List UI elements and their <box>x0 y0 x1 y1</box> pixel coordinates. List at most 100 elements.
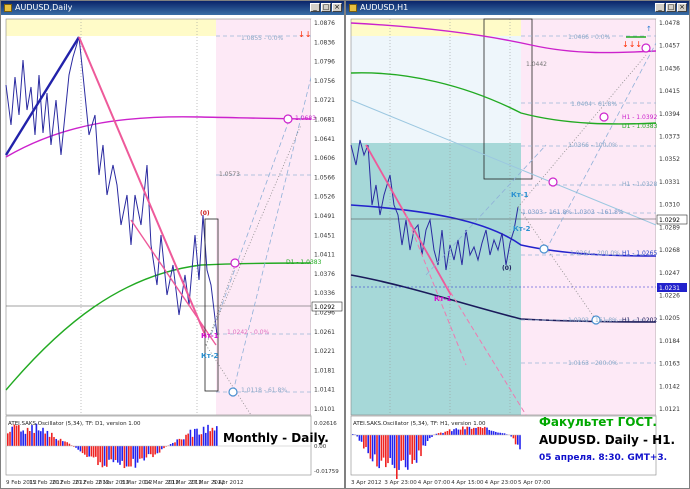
oscillator-bar <box>418 435 420 451</box>
oscillator-bar <box>103 446 106 466</box>
oscillator-bar <box>62 441 64 446</box>
price-tick-label: 1.0451 <box>314 232 335 239</box>
right-chart-window[interactable]: AUDUSD,H1 _ □ × ↓↓↓ ↑ 1.0478 1.0457 1.04… <box>345 0 690 489</box>
oscillator-bar <box>202 426 205 446</box>
price-tick-label: 1.0205 <box>659 315 680 322</box>
oscillator-bar <box>132 446 134 459</box>
oscillator-bar <box>459 429 462 435</box>
oscillator-bar <box>26 427 29 446</box>
oscillator-bar <box>119 446 121 465</box>
price-tick-label: 1.0336 <box>314 290 335 297</box>
minimize-button[interactable]: _ <box>655 3 665 12</box>
price-tick-label: 1.0373 <box>659 134 680 141</box>
oscillator-bar <box>161 446 163 450</box>
oscillator-bar <box>158 446 161 453</box>
oscillator-bar <box>393 435 396 469</box>
oscillator-bar <box>437 433 440 435</box>
price-tick-label: 1.0756 <box>314 78 335 85</box>
oscillator-bar <box>112 446 115 463</box>
oscillator-bar <box>66 442 68 446</box>
oscillator-bar <box>501 433 504 435</box>
date-tick-label: 5 Apr 2012 <box>213 480 244 486</box>
left-magenta-label: 1.0683 <box>295 115 316 122</box>
left-chart-window[interactable]: AUDUSD,Daily _ □ × ↓↓↓ 1.0876 1.0836 1.0… <box>0 0 345 489</box>
oscillator-bar <box>53 437 55 446</box>
svg-text:-0.01759: -0.01759 <box>314 469 339 475</box>
oscillator-bar <box>75 446 77 448</box>
price-tick-label: 1.0491 <box>314 213 335 220</box>
left-tag-kt2: Кт-2 <box>201 352 219 360</box>
left-price-chart[interactable]: ↓↓↓ 1.08761.08361.07961.07561.07211.0681… <box>1 15 344 488</box>
close-button[interactable]: × <box>332 3 342 12</box>
oscillator-bar <box>404 435 407 468</box>
oscillator-bar <box>139 446 141 459</box>
oscillator-bar <box>176 439 178 446</box>
oscillator-bar <box>391 435 394 465</box>
oscillator-bar <box>191 436 194 446</box>
oscillator-bar <box>33 432 35 446</box>
oscillator-bar <box>484 426 486 435</box>
oscillator-bar <box>95 446 97 457</box>
maximize-button[interactable]: □ <box>666 3 676 12</box>
left-title-bar[interactable]: AUDUSD,Daily _ □ × <box>1 1 344 15</box>
date-tick-label: 4 Apr 15:00 <box>451 480 484 486</box>
oscillator-bar <box>363 435 365 449</box>
right-fib-top-label: 1.0466 - 0.0% <box>568 34 611 41</box>
maximize-button[interactable]: □ <box>321 3 331 12</box>
date-tick-label: 3 Apr 23:00 <box>384 480 417 486</box>
price-tick-label: 1.0184 <box>659 338 680 345</box>
oscillator-bar <box>444 431 446 435</box>
oscillator-bar <box>424 435 427 446</box>
oscillator-bar <box>371 435 374 462</box>
right-fib-618-label: 1.0404 - 61.8% <box>571 101 618 108</box>
oscillator-bar <box>150 446 152 455</box>
price-tick-label: 1.0876 <box>314 20 335 27</box>
oscillator-bar <box>172 442 174 446</box>
oscillator-bar <box>125 446 128 467</box>
oscillator-bar <box>200 434 203 446</box>
oscillator-bar <box>51 432 53 446</box>
price-tick-label: 1.0415 <box>659 88 680 95</box>
close-button[interactable]: × <box>677 3 687 12</box>
oscillator-bar <box>360 435 363 442</box>
oscillator-bar <box>121 446 123 461</box>
oscillator-bar <box>174 442 176 446</box>
oscillator-bar <box>31 425 33 446</box>
oscillator-bar <box>466 426 468 435</box>
oscillator-bar <box>422 435 424 446</box>
price-tick-label: 1.0411 <box>314 252 335 259</box>
oscillator-bar <box>446 430 449 435</box>
oscillator-bar <box>503 433 506 435</box>
oscillator-bar <box>209 431 211 446</box>
oscillator-bar <box>143 446 145 461</box>
oscillator-bar <box>376 435 378 467</box>
oscillator-bar <box>18 425 20 446</box>
price-tick-label: 1.0478 <box>659 20 680 27</box>
oscillator-bar <box>64 441 66 446</box>
date-tick-label: 4 Apr 07:00 <box>418 480 451 486</box>
right-title-bar[interactable]: AUDUSD,H1 _ □ × <box>346 1 689 15</box>
oscillator-bar <box>101 446 104 468</box>
oscillator-bar <box>130 446 132 467</box>
right-blue-price: 1.0231 <box>659 285 680 292</box>
oscillator-bar <box>180 439 183 446</box>
oscillator-bar <box>90 446 93 457</box>
right-h1-mid-label: H1 - 1.0328 <box>622 181 658 188</box>
svg-text:↓↓↓: ↓↓↓ <box>622 40 642 49</box>
oscillator-bar <box>464 429 466 435</box>
minimize-button[interactable]: _ <box>310 3 320 12</box>
oscillator-bar <box>448 429 451 435</box>
price-tick-label: 1.0457 <box>659 43 680 50</box>
oscillator-bar <box>216 426 218 446</box>
oscillator-bar <box>429 435 431 439</box>
price-tick-label: 1.0436 <box>659 65 680 72</box>
oscillator-bar <box>110 446 112 460</box>
oscillator-bar <box>196 428 198 446</box>
oscillator-bar <box>497 432 499 435</box>
oscillator-bar <box>389 435 391 458</box>
oscillator-bar <box>123 446 126 469</box>
oscillator-bar <box>88 446 90 457</box>
oscillator-bar <box>84 446 86 455</box>
oscillator-bar <box>178 438 181 446</box>
left-tag-zero: (0) <box>200 210 210 217</box>
